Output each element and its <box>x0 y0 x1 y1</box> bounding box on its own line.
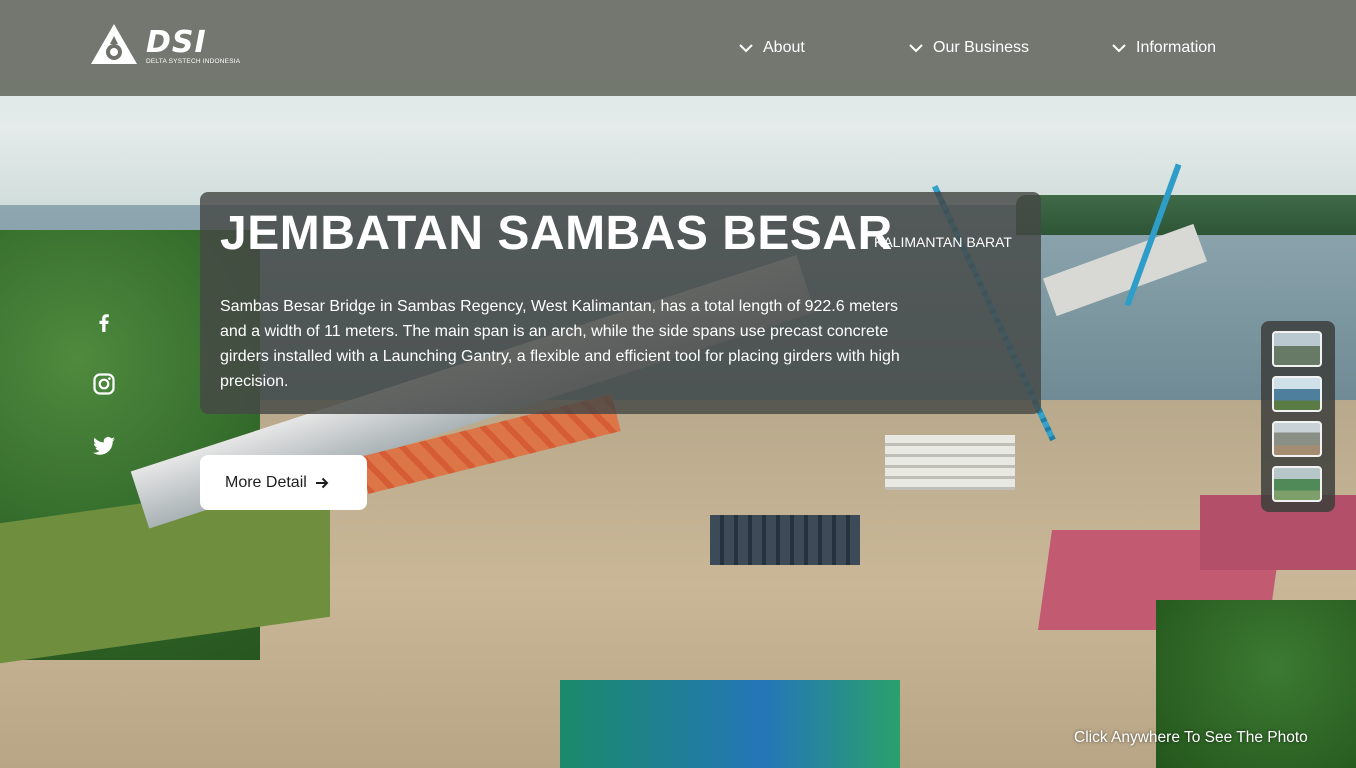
nav-information[interactable]: Information <box>1111 36 1216 60</box>
chevron-down-icon <box>1112 44 1126 53</box>
dsi-logo-icon <box>91 24 137 64</box>
more-detail-label: More Detail <box>225 473 307 491</box>
photo-thumbnail[interactable] <box>1272 421 1322 457</box>
photo-thumbnail[interactable] <box>1272 466 1322 502</box>
twitter-icon[interactable] <box>92 434 116 458</box>
project-location: KALIMANTAN BARAT <box>874 234 1012 250</box>
chevron-down-icon <box>909 44 923 53</box>
view-photo-hint[interactable]: Click Anywhere To See The Photo <box>1074 729 1308 747</box>
photo-thumbnail-strip <box>1261 321 1335 512</box>
project-info-card: JEMBATAN SAMBAS BESAR KALIMANTAN BARAT S… <box>200 192 1041 414</box>
arrow-right-icon <box>315 477 329 488</box>
logo-subtitle: DELTA SYSTECH INDONESIA <box>146 58 241 65</box>
facebook-icon[interactable] <box>92 310 116 334</box>
more-detail-button[interactable]: More Detail <box>200 455 367 510</box>
nav-our-business-label: Our Business <box>933 39 1030 56</box>
nav-about[interactable]: About <box>738 36 805 60</box>
instagram-icon[interactable] <box>92 372 116 396</box>
site-header: DSI DELTA SYSTECH INDONESIA About Our Bu… <box>0 0 1356 96</box>
photo-thumbnail[interactable] <box>1272 331 1322 367</box>
photo-thumbnail[interactable] <box>1272 376 1322 412</box>
brand-logo[interactable]: DSI DELTA SYSTECH INDONESIA <box>89 22 249 70</box>
steel-pipes <box>710 515 860 565</box>
tarp-covers <box>560 680 900 768</box>
nav-our-business[interactable]: Our Business <box>908 36 1029 60</box>
nav-about-label: About <box>763 39 805 56</box>
nav-information-label: Information <box>1136 39 1217 56</box>
concrete-pipes <box>885 435 1015 490</box>
project-title: JEMBATAN SAMBAS BESAR <box>220 207 893 260</box>
project-description: Sambas Besar Bridge in Sambas Regency, W… <box>220 298 900 390</box>
chevron-down-icon <box>739 44 753 53</box>
logo-wordmark: DSI <box>146 25 207 60</box>
